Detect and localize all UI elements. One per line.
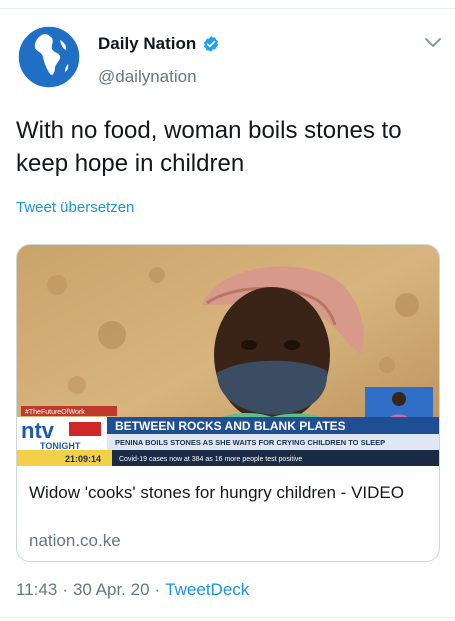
hashtag-text: #TheFutureOfWork [25, 409, 85, 416]
meta-separator: · [62, 580, 68, 599]
ntv-logo-text: ntv [21, 418, 55, 443]
card-title[interactable]: Widow 'cooks' stones for hungry children… [29, 481, 429, 505]
ntv-tonight-text: TONIGHT [40, 441, 81, 451]
display-name[interactable]: Daily Nation [98, 34, 196, 54]
verified-badge-icon [204, 36, 219, 52]
news-headline: BETWEEN ROCKS AND BLANK PLATES [115, 419, 346, 433]
tweet-date[interactable]: 30 Apr. 20 [73, 580, 150, 600]
chevron-down-icon[interactable] [424, 36, 442, 50]
account-name-row[interactable]: Daily Nation [98, 34, 220, 54]
news-subheadline: PENINA BOILS STONES AS SHE WAITS FOR CRY… [115, 438, 385, 447]
tweet-text: With no food, woman boils stones to keep… [16, 117, 402, 177]
tweet-time[interactable]: 11:43 [16, 580, 57, 600]
ticker-text: Covid-19 cases now at 384 as 16 more peo… [119, 456, 302, 463]
bottom-divider [0, 617, 455, 618]
tweet-source-link[interactable]: TweetDeck [165, 580, 249, 600]
clock-text: 21:09:14 [65, 454, 101, 464]
meta-separator: · [154, 580, 161, 599]
card-domain: nation.co.ke [29, 531, 121, 550]
card-media-image[interactable]: #TheFutureOfWork ntv TONIGHT BETWEEN ROC… [17, 245, 439, 466]
tweet-meta: 11:43 · 30 Apr. 20 · TweetDeck [16, 580, 249, 600]
translate-tweet-link[interactable]: Tweet übersetzen [16, 199, 134, 216]
globe-logo-icon [17, 25, 81, 89]
top-divider [0, 0, 455, 9]
avatar[interactable] [16, 24, 82, 90]
link-card[interactable]: #TheFutureOfWork ntv TONIGHT BETWEEN ROC… [16, 244, 440, 562]
account-handle[interactable]: @dailynation [98, 67, 197, 87]
